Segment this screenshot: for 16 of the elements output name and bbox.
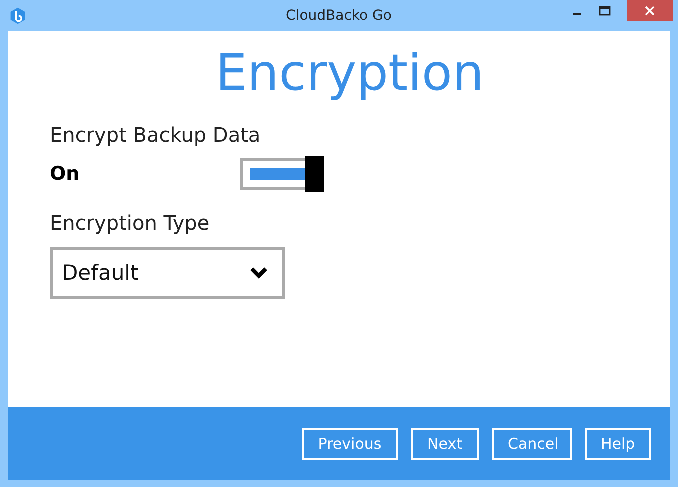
toggle-state-text: On [50,163,81,185]
footer-button[interactable]: Cancel [492,428,572,460]
chevron-down-icon [250,267,268,279]
close-icon [645,6,655,16]
encryption-type-dropdown[interactable]: Default [50,247,285,299]
footer-button[interactable]: Previous [302,428,398,460]
footer-button[interactable]: Help [585,428,651,460]
footer-button[interactable]: Next [411,428,479,460]
page-heading: Encryption [214,43,486,104]
field-label: Encryption Type [50,211,211,235]
maximize-icon[interactable] [599,4,611,16]
field-label: Encrypt Backup Data [50,123,262,147]
window-title: CloudBacko Go [285,8,393,24]
app-logo-icon [9,6,27,24]
encryption-toggle[interactable] [240,158,324,190]
close-button[interactable] [627,0,673,21]
